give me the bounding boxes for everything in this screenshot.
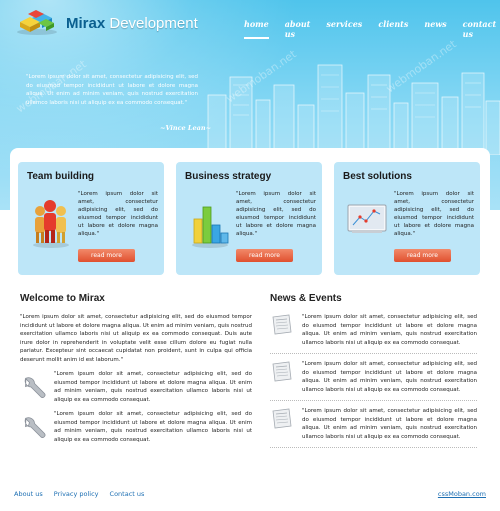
welcome-item-text: "Lorem ipsum dolor sit amet, consectetur… <box>54 371 252 403</box>
nav-news[interactable]: news <box>424 19 446 39</box>
site-logo[interactable]: Mirax Development <box>14 8 198 38</box>
welcome-title: Welcome to Mirax <box>20 293 105 304</box>
news-item: "Lorem ipsum dolor sit amet, consectetur… <box>270 407 477 448</box>
feature-card-business-strategy: Business strategy "Lorem ipsum dolor sit… <box>176 162 322 275</box>
welcome-item: "Lorem ipsum dolor sit amet, consectetur… <box>20 410 252 444</box>
cubes-logo-icon <box>17 10 57 35</box>
feature-title: Business strategy <box>185 171 272 182</box>
logo-word-1: Mirax <box>66 14 106 32</box>
footer-link-privacy-policy[interactable]: Privacy policy <box>54 490 99 498</box>
content-panel: Team building "Lorem ipsum dolor sit ame… <box>10 148 490 482</box>
nav-services[interactable]: services <box>326 19 362 39</box>
read-more-button[interactable]: read more <box>236 249 293 262</box>
footer-nav: About us Privacy policy Contact us <box>14 490 155 498</box>
feature-title: Team building <box>27 171 95 182</box>
nav-home[interactable]: home <box>244 19 269 39</box>
nav-about-us[interactable]: about us <box>285 19 311 39</box>
welcome-item: "Lorem ipsum dolor sit amet, consectetur… <box>20 370 252 404</box>
news-section: News & Events "Lorem ipsum dolor sit ame… <box>270 293 477 454</box>
feature-title: Best solutions <box>343 171 412 182</box>
news-item: "Lorem ipsum dolor sit amet, consectetur… <box>270 360 477 401</box>
city-skyline-illustration <box>207 64 500 155</box>
news-item-text: "Lorem ipsum dolor sit amet, consectetur… <box>302 314 477 346</box>
read-more-button[interactable]: read more <box>78 249 135 262</box>
presentation-board-icon <box>347 204 387 233</box>
feature-row: Team building "Lorem ipsum dolor sit ame… <box>18 162 492 275</box>
footer-link-about-us[interactable]: About us <box>14 490 43 498</box>
newspaper-icon <box>272 408 292 429</box>
wrench-icon <box>24 377 46 398</box>
feature-text: "Lorem ipsum dolor sit amet, consectetur… <box>394 191 474 237</box>
news-item-text: "Lorem ipsum dolor sit amet, consectetur… <box>302 361 477 393</box>
feature-card-best-solutions: Best solutions "Lorem ipsum dolor sit am… <box>334 162 480 275</box>
news-item-text: "Lorem ipsum dolor sit amet, consectetur… <box>302 408 477 440</box>
welcome-lead-text: "Lorem ipsum dolor sit amet, consectetur… <box>20 314 252 363</box>
wrench-icon <box>24 417 46 438</box>
team-icon <box>33 200 69 248</box>
bar-chart-icon <box>192 206 229 248</box>
welcome-item-text: "Lorem ipsum dolor sit amet, consectetur… <box>54 411 252 443</box>
newspaper-icon <box>272 361 292 382</box>
newspaper-icon <box>272 314 292 335</box>
nav-contact-us[interactable]: contact us <box>463 19 496 39</box>
feature-text: "Lorem ipsum dolor sit amet, consectetur… <box>236 191 316 237</box>
site-footer: About us Privacy policy Contact us cssMo… <box>0 482 500 511</box>
read-more-button[interactable]: read more <box>394 249 451 262</box>
main-nav: home about us services clients news cont… <box>244 19 500 39</box>
logo-text: Mirax Development <box>66 15 198 32</box>
nav-clients[interactable]: clients <box>378 19 408 39</box>
feature-card-team-building: Team building "Lorem ipsum dolor sit ame… <box>18 162 164 275</box>
news-item: "Lorem ipsum dolor sit amet, consectetur… <box>270 313 477 354</box>
news-title: News & Events <box>270 293 342 304</box>
footer-credit-link[interactable]: cssMoban.com <box>438 490 486 498</box>
logo-word-2: Development <box>105 14 198 32</box>
footer-link-contact-us[interactable]: Contact us <box>110 490 145 498</box>
welcome-section: Welcome to Mirax "Lorem ipsum dolor sit … <box>20 293 252 444</box>
feature-text: "Lorem ipsum dolor sit amet, consectetur… <box>78 191 158 237</box>
